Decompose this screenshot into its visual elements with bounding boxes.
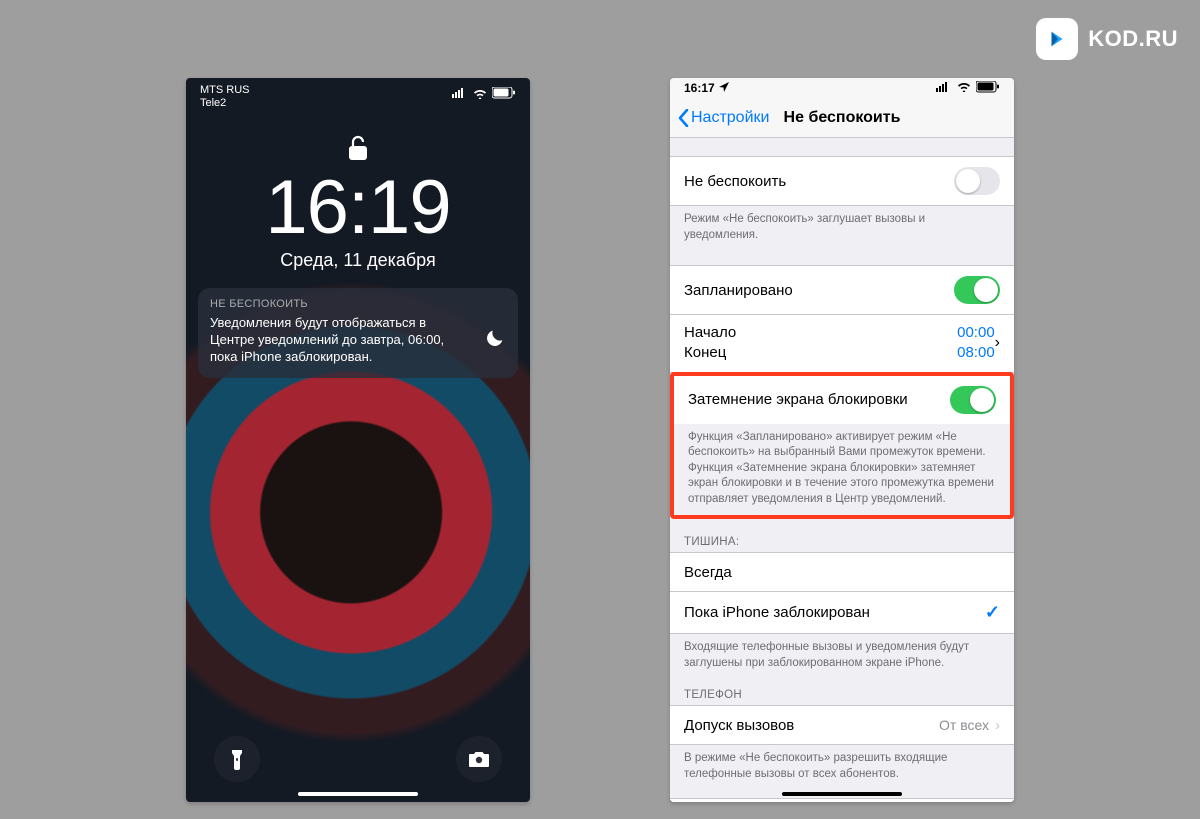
dnd-footer: Режим «Не беспокоить» заглушает вызовы и… [670,206,1014,243]
notification-title: НЕ БЕСПОКОИТЬ [210,298,506,310]
signal-icon [936,81,952,95]
dim-toggle[interactable] [950,386,996,414]
silence-locked-row[interactable]: Пока iPhone заблокирован ✓ [670,592,1014,634]
phone-header: ТЕЛЕФОН [670,671,1014,705]
allow-calls-value: От всех [939,717,989,733]
unlock-icon [347,134,369,167]
lockscreen-date: Среда, 11 декабря [186,250,530,271]
end-value: 08:00 [957,343,995,363]
moon-icon [484,327,506,354]
nav-bar: Настройки Не беспокоить [670,98,1014,138]
home-indicator[interactable] [782,792,902,796]
watermark: KOD.RU [1036,18,1178,60]
wifi-icon [473,88,487,102]
chevron-right-icon: › [995,717,1000,734]
status-bar: 16:17 [670,78,1014,98]
camera-button[interactable] [456,736,502,782]
home-indicator[interactable] [298,792,418,796]
dim-footer: Функция «Запланировано» активирует режим… [674,424,1010,516]
notification-body: Уведомления будут отображаться в Центре … [210,315,474,366]
flashlight-button[interactable] [214,736,260,782]
watermark-text: KOD.RU [1088,26,1178,52]
chevron-right-icon: › [995,334,1000,352]
kod-logo-icon [1036,18,1078,60]
settings-phone: 16:17 Настройки Не беспокоить Не беспоко… [670,78,1014,802]
allow-calls-row[interactable]: Допуск вызовов От всех › [670,705,1014,745]
dim-row[interactable]: Затемнение экрана блокировки [674,376,1010,424]
highlight-box: Затемнение экрана блокировки Функция «За… [670,372,1014,520]
silence-locked-label: Пока iPhone заблокирован [684,604,870,621]
wifi-icon [957,81,971,95]
dnd-notification[interactable]: НЕ БЕСПОКОИТЬ Уведомления будут отобража… [198,288,518,378]
dim-label: Затемнение экрана блокировки [688,391,908,408]
scheduled-toggle[interactable] [954,276,1000,304]
start-value: 00:00 [957,323,995,343]
allow-calls-label: Допуск вызовов [684,717,794,734]
battery-icon [492,87,516,102]
end-label: Конец [684,343,726,363]
silence-header: ТИШИНА: [670,518,1014,552]
carrier-1: MTS RUS [200,84,250,97]
repeated-calls-row[interactable]: Повторные вызовы [670,798,1014,802]
lockscreen-time: 16:19 [186,164,530,251]
allow-calls-footer: В режиме «Не беспокоить» разрешить входя… [670,745,1014,782]
checkmark-icon: ✓ [985,602,1000,623]
settings-scroll[interactable]: Не беспокоить Режим «Не беспокоить» загл… [670,138,1014,802]
lockscreen-phone: MTS RUS Tele2 16:19 Среда, 11 декабря НЕ… [186,78,530,802]
carrier-2: Tele2 [200,97,250,110]
silence-footer: Входящие телефонные вызовы и уведомления… [670,634,1014,671]
status-bar: MTS RUS Tele2 [186,78,530,116]
signal-icon [452,88,468,101]
schedule-time-row[interactable]: Начало 00:00 Конец 08:00 › [670,315,1014,373]
scheduled-row[interactable]: Запланировано [670,265,1014,315]
scheduled-label: Запланировано [684,282,793,299]
dnd-toggle-row[interactable]: Не беспокоить [670,156,1014,206]
silence-always-row[interactable]: Всегда [670,552,1014,592]
nav-title: Не беспокоить [670,109,1014,127]
dnd-label: Не беспокоить [684,173,786,190]
battery-icon [976,81,1000,96]
start-label: Начало [684,323,736,343]
location-icon [719,81,729,95]
silence-always-label: Всегда [684,564,732,581]
status-time: 16:17 [684,81,715,95]
dnd-toggle[interactable] [954,167,1000,195]
